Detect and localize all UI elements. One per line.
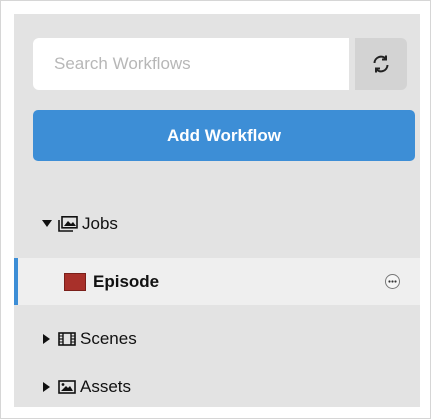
workflow-panel: Add Workflow Jobs Episode xyxy=(14,14,420,407)
caret-down-icon[interactable] xyxy=(40,220,54,228)
tree-item-label: Assets xyxy=(80,377,132,396)
image-folder-icon xyxy=(58,216,78,232)
more-options-icon[interactable] xyxy=(385,274,400,289)
refresh-icon xyxy=(373,55,389,73)
tree-item-label: Scenes xyxy=(80,329,137,348)
add-workflow-button[interactable]: Add Workflow xyxy=(33,110,415,161)
film-icon xyxy=(58,332,76,346)
workflow-panel-frame: Add Workflow Jobs Episode xyxy=(0,0,431,419)
tree-item-label: Episode xyxy=(93,271,160,291)
tree-item-jobs[interactable]: Jobs xyxy=(14,201,420,247)
tree-item-scenes[interactable]: Scenes xyxy=(14,316,420,362)
tree-item-label: Jobs xyxy=(82,214,118,233)
tree-item-episode[interactable]: Episode xyxy=(14,258,420,305)
refresh-button[interactable] xyxy=(355,38,407,90)
color-swatch xyxy=(64,272,86,291)
search-input[interactable] xyxy=(33,38,349,90)
caret-right-icon[interactable] xyxy=(40,382,54,392)
image-icon xyxy=(58,380,76,394)
tree-item-assets[interactable]: Assets xyxy=(14,364,420,407)
caret-right-icon[interactable] xyxy=(40,334,54,344)
